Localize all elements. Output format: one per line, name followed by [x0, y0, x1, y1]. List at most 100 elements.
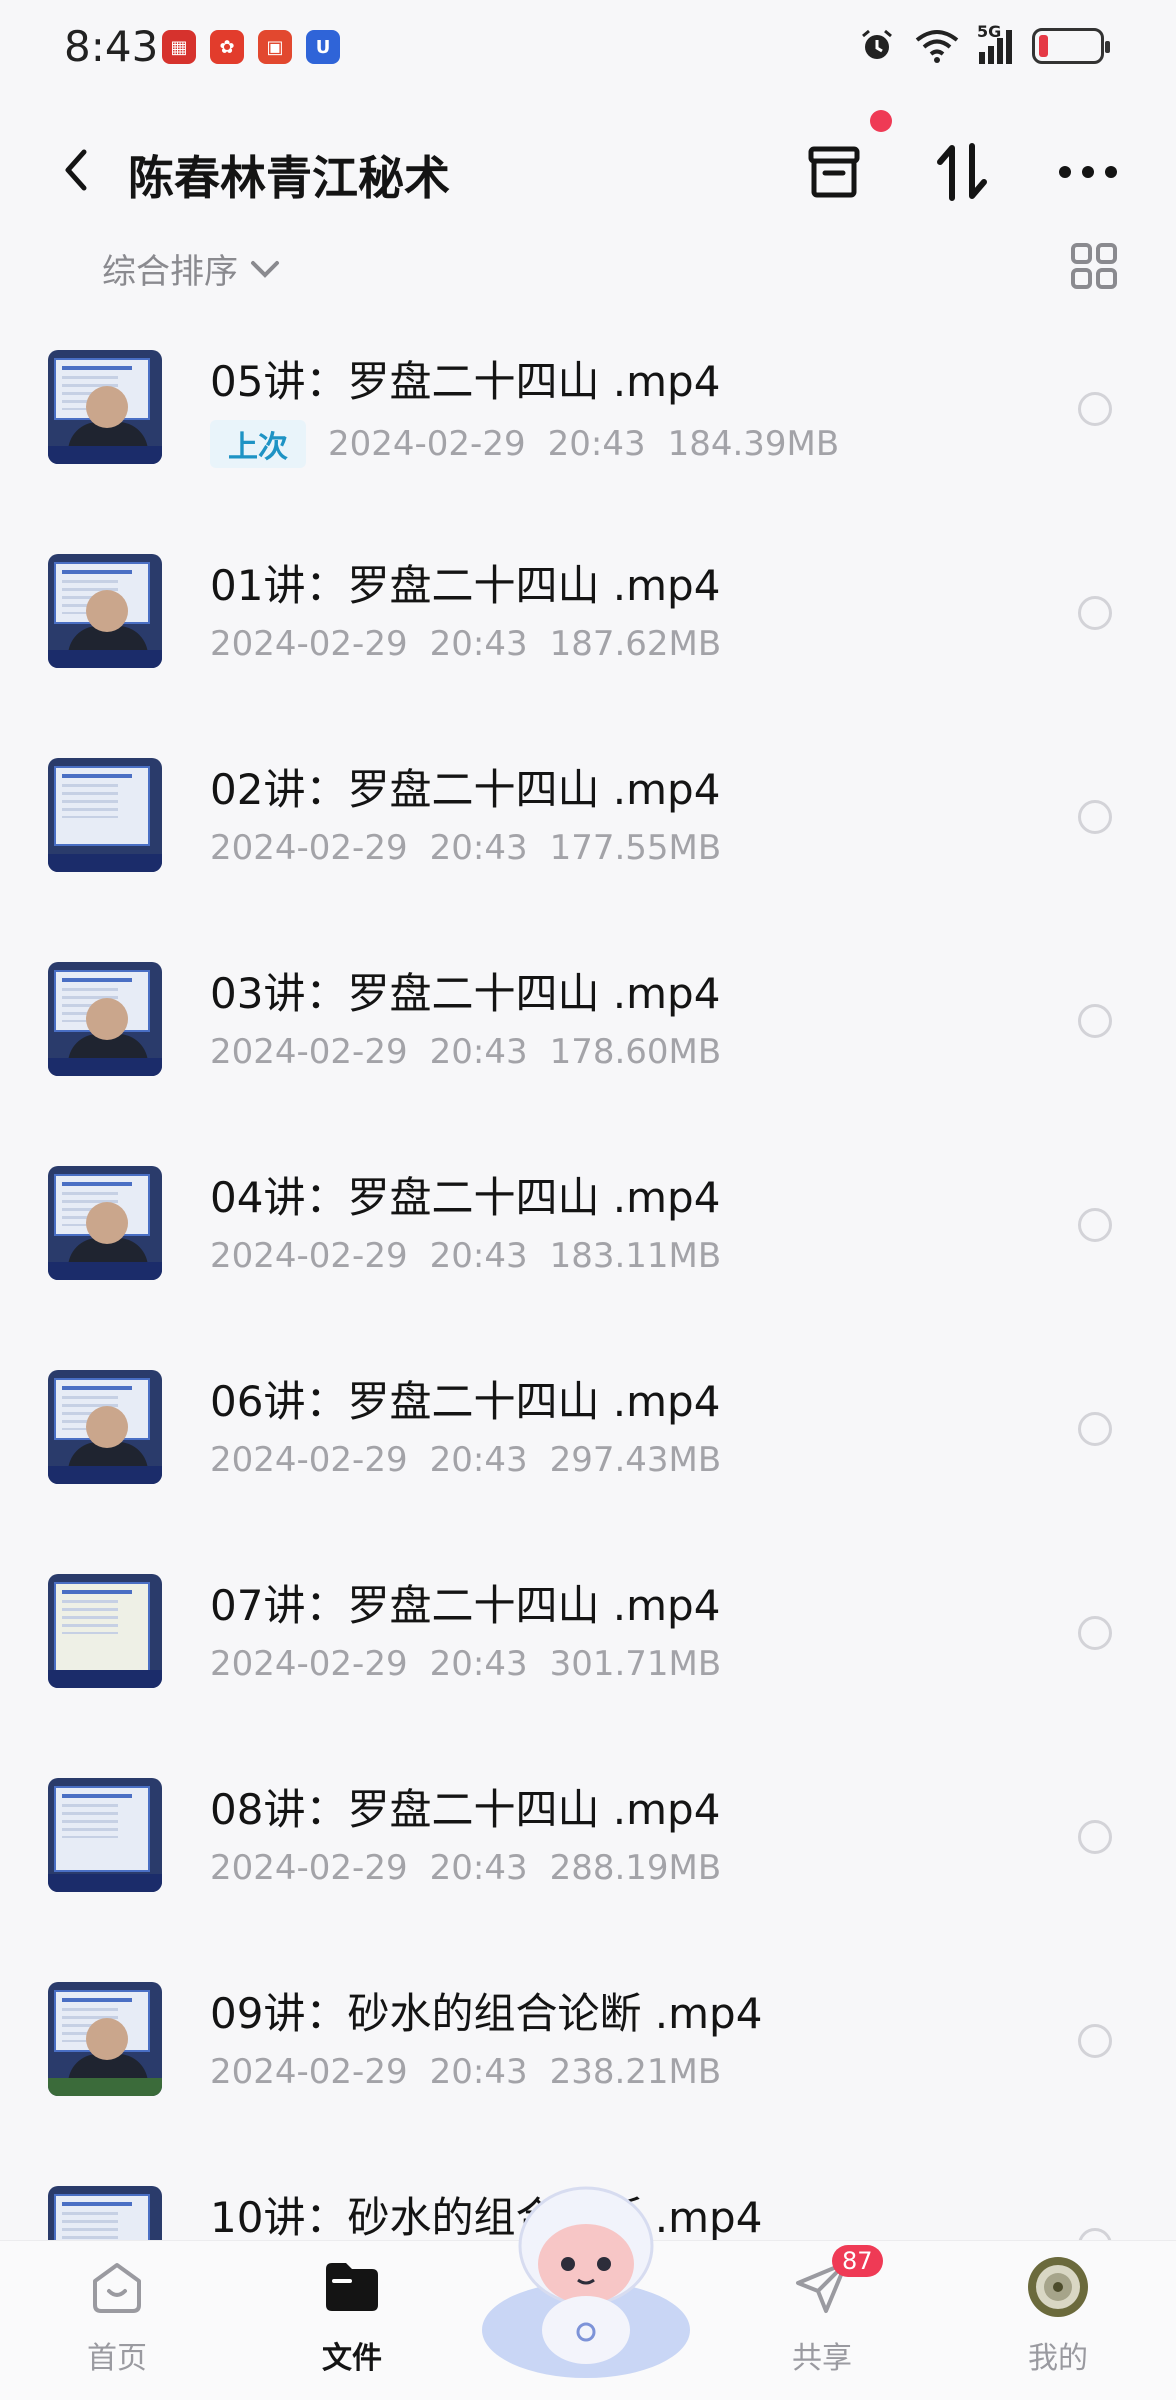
video-thumbnail — [48, 1982, 162, 2096]
file-item[interactable]: 04讲：罗盘二十四山 .mp4 2024-02-29 20:43 183.11M… — [0, 1142, 1176, 1346]
file-name: 08讲：罗盘二十四山 .mp4 — [210, 1785, 721, 1834]
avatar — [1026, 2255, 1090, 2319]
home-icon — [85, 2255, 149, 2319]
archive-button[interactable] — [802, 140, 866, 204]
nav-files-label: 文件 — [322, 2341, 382, 2376]
nav-share[interactable]: 87 共享 — [752, 2245, 892, 2377]
security-app-icon: U — [306, 30, 340, 64]
signal-icon: 5G — [977, 22, 1012, 64]
file-time: 20:43 — [547, 424, 646, 464]
ai-assistant-mascot[interactable] — [478, 2180, 694, 2380]
file-date: 2024-02-29 — [210, 1032, 408, 1072]
alarm-icon — [862, 29, 892, 59]
status-time: 8:43 — [64, 22, 159, 71]
file-size: 187.62MB — [549, 624, 722, 664]
video-thumbnail — [48, 1778, 162, 1892]
file-name: 07讲：罗盘二十四山 .mp4 — [210, 1581, 721, 1630]
file-time: 20:43 — [429, 1644, 528, 1684]
status-bar: 8:43 ▦ ✿ ▣ U 5G — [0, 0, 1176, 100]
nav-share-label: 共享 — [792, 2341, 852, 2376]
select-radio[interactable] — [1078, 1412, 1112, 1446]
network-type: 5G — [977, 22, 1002, 41]
nav-home-label: 首页 — [87, 2341, 147, 2376]
chevron-down-icon — [251, 260, 279, 278]
notification-icons: ▦ ✿ ▣ U — [162, 30, 340, 64]
select-radio[interactable] — [1078, 1616, 1112, 1650]
file-date: 2024-02-29 — [328, 424, 526, 464]
file-item[interactable]: 05讲：罗盘二十四山 .mp4 上次 2024-02-29 20:43 184.… — [0, 326, 1176, 530]
file-name: 04讲：罗盘二十四山 .mp4 — [210, 1173, 721, 1222]
file-item[interactable]: 09讲：砂水的组合论断 .mp4 2024-02-29 20:43 238.21… — [0, 1958, 1176, 2162]
file-size: 178.60MB — [549, 1032, 722, 1072]
file-meta: 2024-02-29 20:43 183.11MB — [210, 1236, 721, 1276]
archive-box-icon — [808, 146, 860, 198]
file-item[interactable]: 08讲：罗盘二十四山 .mp4 2024-02-29 20:43 288.19M… — [0, 1754, 1176, 1958]
file-meta: 上次 2024-02-29 20:43 184.39MB — [210, 420, 839, 468]
file-size: 184.39MB — [667, 424, 840, 464]
file-meta: 2024-02-29 20:43 187.62MB — [210, 624, 721, 664]
nav-me[interactable]: 我的 — [988, 2255, 1128, 2377]
file-item[interactable]: 03讲：罗盘二十四山 .mp4 2024-02-29 20:43 178.60M… — [0, 938, 1176, 1142]
file-meta: 2024-02-29 20:43 178.60MB — [210, 1032, 721, 1072]
file-size: 183.11MB — [549, 1236, 722, 1276]
file-item[interactable]: 07讲：罗盘二十四山 .mp4 2024-02-29 20:43 301.71M… — [0, 1550, 1176, 1754]
nav-files[interactable]: 文件 — [282, 2255, 422, 2377]
file-size: 297.43MB — [549, 1440, 722, 1480]
status-right: 5G — [859, 22, 1110, 64]
file-time: 20:43 — [429, 1440, 528, 1480]
file-time: 20:43 — [429, 828, 528, 868]
sort-dropdown[interactable]: 综合排序 — [102, 244, 280, 293]
file-item[interactable]: 02讲：罗盘二十四山 .mp4 2024-02-29 20:43 177.55M… — [0, 734, 1176, 938]
more-horizontal-icon — [1059, 166, 1117, 178]
file-date: 2024-02-29 — [210, 1644, 408, 1684]
wifi-icon — [915, 30, 959, 63]
send-icon: 87 — [790, 2245, 883, 2319]
header: 陈春林青江秘术 — [0, 120, 1176, 220]
file-date: 2024-02-29 — [210, 1848, 408, 1888]
folder-icon — [320, 2255, 384, 2319]
file-name: 01讲：罗盘二十四山 .mp4 — [210, 561, 721, 610]
nav-me-label: 我的 — [1028, 2341, 1088, 2376]
file-date: 2024-02-29 — [210, 828, 408, 868]
file-date: 2024-02-29 — [210, 1236, 408, 1276]
select-radio[interactable] — [1078, 1820, 1112, 1854]
back-button[interactable] — [48, 142, 104, 198]
video-thumbnail — [48, 554, 162, 668]
file-meta: 2024-02-29 20:43 301.71MB — [210, 1644, 721, 1684]
sort-row: 综合排序 — [0, 236, 1176, 296]
pinduoduo-app-icon: ▣ — [258, 30, 292, 64]
select-radio[interactable] — [1078, 596, 1112, 630]
battery-icon — [1032, 28, 1110, 64]
select-radio[interactable] — [1078, 800, 1112, 834]
select-radio[interactable] — [1078, 2024, 1112, 2058]
select-radio[interactable] — [1078, 1004, 1112, 1038]
video-thumbnail — [48, 758, 162, 872]
file-meta: 2024-02-29 20:43 177.55MB — [210, 828, 721, 868]
huawei-app-icon: ▦ — [162, 30, 196, 64]
nav-home[interactable]: 首页 — [47, 2255, 187, 2377]
file-size: 238.21MB — [549, 2052, 722, 2092]
file-item[interactable]: 06讲：罗盘二十四山 .mp4 2024-02-29 20:43 297.43M… — [0, 1346, 1176, 1550]
select-radio[interactable] — [1078, 392, 1112, 426]
file-time: 20:43 — [429, 624, 528, 664]
chevron-left-icon — [65, 149, 87, 191]
video-thumbnail — [48, 350, 162, 464]
video-thumbnail — [48, 1166, 162, 1280]
file-time: 20:43 — [429, 1848, 528, 1888]
more-button[interactable] — [1056, 140, 1120, 204]
file-name: 09讲：砂水的组合论断 .mp4 — [210, 1989, 763, 2038]
select-radio[interactable] — [1078, 1208, 1112, 1242]
file-meta: 2024-02-29 20:43 297.43MB — [210, 1440, 721, 1480]
page-title: 陈春林青江秘术 — [128, 151, 450, 205]
file-time: 20:43 — [429, 1236, 528, 1276]
file-name: 05讲：罗盘二十四山 .mp4 — [210, 357, 721, 406]
file-name: 06讲：罗盘二十四山 .mp4 — [210, 1377, 721, 1426]
mascot-icon — [482, 2186, 690, 2378]
shopping-app-icon: ✿ — [210, 30, 244, 64]
video-thumbnail — [48, 1370, 162, 1484]
sort-label: 综合排序 — [102, 252, 238, 292]
file-item[interactable]: 01讲：罗盘二十四山 .mp4 2024-02-29 20:43 187.62M… — [0, 530, 1176, 734]
sort-button[interactable] — [930, 140, 994, 204]
file-meta: 2024-02-29 20:43 238.21MB — [210, 2052, 721, 2092]
grid-view-button[interactable] — [1070, 242, 1118, 290]
